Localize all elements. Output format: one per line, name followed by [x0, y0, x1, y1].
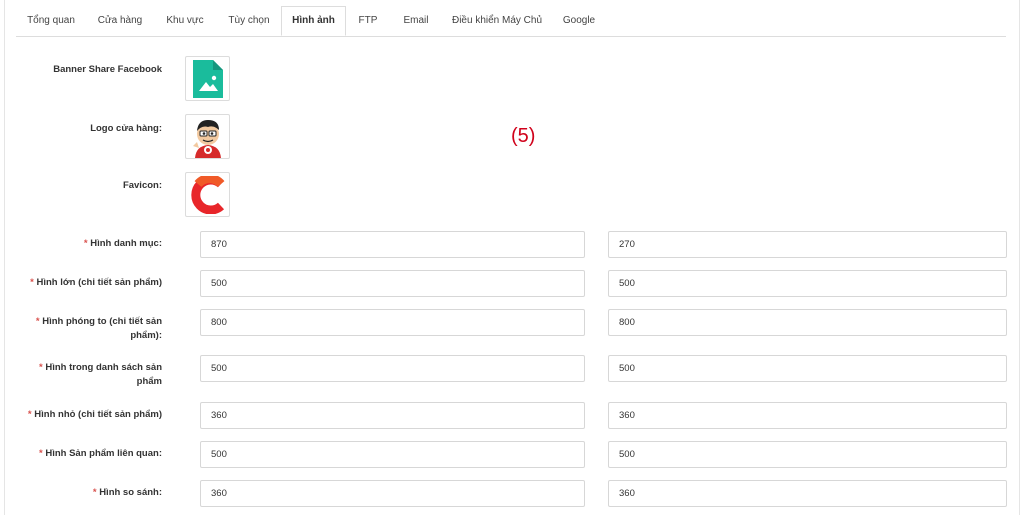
small-width-input[interactable]: [200, 402, 585, 429]
tab-email[interactable]: Email: [393, 6, 439, 35]
mascot-logo-icon: [192, 119, 221, 158]
tab-server-control[interactable]: Điều khiển Máy Chủ: [444, 6, 550, 35]
size-label-list: * Hình trong danh sách sản phẩm: [22, 361, 162, 389]
tab-overview[interactable]: Tổng quan: [16, 6, 86, 35]
tab-bar: Tổng quan Cửa hàng Khu vực Tùy chọn Hình…: [16, 6, 1006, 37]
compare-height-input[interactable]: [608, 480, 1007, 507]
large-height-input[interactable]: [608, 270, 1007, 297]
required-mark: *: [27, 409, 32, 420]
banner-share-facebook-label: Banner Share Facebook: [53, 64, 162, 75]
size-label-text: Hình danh mục:: [90, 238, 162, 249]
size-label-text: Hình trong danh sách sản phẩm: [45, 362, 162, 387]
list-height-input[interactable]: [608, 355, 1007, 382]
required-mark: *: [39, 362, 43, 373]
favicon-image-thumbnail[interactable]: [185, 172, 230, 217]
size-label-large: * Hình lớn (chi tiết sản phẩm): [30, 276, 162, 290]
tab-ftp[interactable]: FTP: [349, 6, 387, 35]
favicon-c-icon: [190, 175, 224, 214]
size-label-related: * Hình Sản phẩm liên quan:: [39, 447, 162, 461]
required-mark: *: [92, 487, 97, 498]
favicon-label: Favicon:: [122, 180, 162, 191]
size-label-text: Hình lớn (chi tiết sản phẩm): [36, 277, 162, 288]
required-mark: *: [83, 238, 88, 249]
size-label-text: Hình phóng to (chi tiết sản phẩm):: [42, 316, 162, 341]
required-mark: *: [30, 277, 34, 288]
large-width-input[interactable]: [200, 270, 585, 297]
tab-google[interactable]: Google: [554, 6, 604, 35]
small-height-input[interactable]: [608, 402, 1007, 429]
category-height-input[interactable]: [608, 231, 1007, 258]
tab-region[interactable]: Khu vực: [154, 6, 216, 35]
size-label-text: Hình nhỏ (chi tiết sản phẩm): [34, 409, 162, 420]
size-label-small: * Hình nhỏ (chi tiết sản phẩm): [28, 408, 162, 422]
size-label-category: * Hình danh mục:: [84, 237, 162, 251]
required-mark: *: [39, 448, 43, 459]
banner-image-thumbnail[interactable]: [185, 56, 230, 101]
related-width-input[interactable]: [200, 441, 585, 468]
zoom-width-input[interactable]: [200, 309, 585, 336]
image-placeholder-icon: [192, 59, 223, 98]
size-label-zoom: * Hình phóng to (chi tiết sản phẩm):: [22, 315, 162, 343]
size-label-text: Hình Sản phẩm liên quan:: [45, 448, 162, 459]
related-height-input[interactable]: [608, 441, 1007, 468]
tab-images[interactable]: Hình ảnh: [281, 6, 346, 36]
logo-store-label: Logo cửa hàng:: [90, 123, 162, 134]
step-annotation: (5): [511, 125, 536, 147]
tab-store[interactable]: Cửa hàng: [88, 6, 152, 35]
list-width-input[interactable]: [200, 355, 585, 382]
required-mark: *: [35, 316, 40, 327]
category-width-input[interactable]: [200, 231, 585, 258]
size-label-text: Hình so sánh:: [99, 487, 162, 498]
tab-options[interactable]: Tùy chọn: [218, 6, 280, 35]
compare-width-input[interactable]: [200, 480, 585, 507]
logo-image-thumbnail[interactable]: [185, 114, 230, 159]
zoom-height-input[interactable]: [608, 309, 1007, 336]
size-label-compare: * Hình so sánh:: [93, 486, 162, 500]
